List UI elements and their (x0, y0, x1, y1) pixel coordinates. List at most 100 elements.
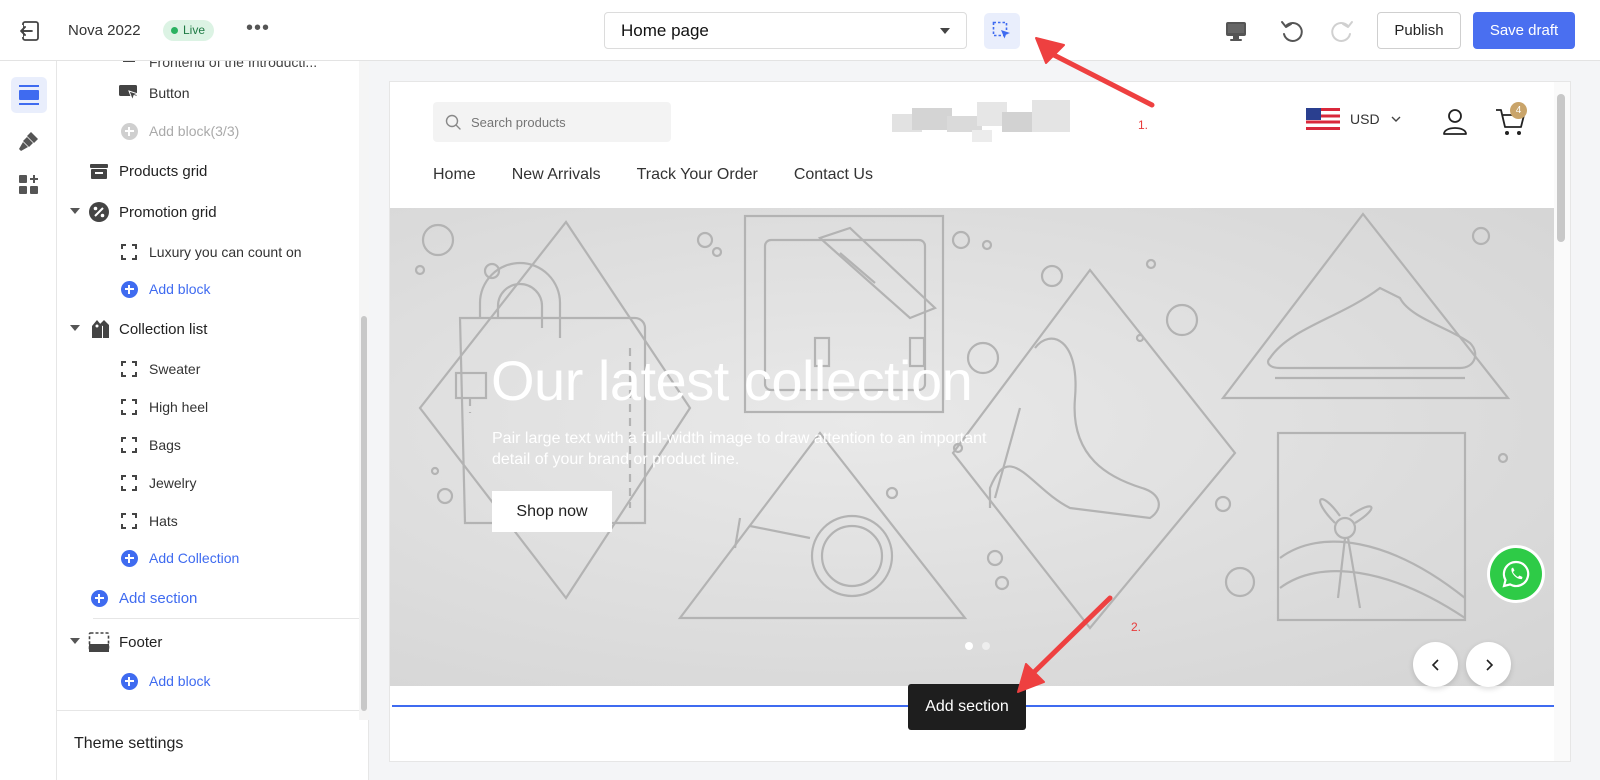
store-name: Nova 2022 (68, 22, 141, 39)
add-circle-icon (120, 122, 138, 140)
currency-selector[interactable]: USD (1306, 108, 1402, 130)
sidebar-divider (93, 618, 368, 619)
blurred-store-logo (892, 100, 1070, 146)
publish-button[interactable]: Publish (1377, 12, 1461, 49)
collapse-toggle-collection[interactable] (69, 322, 81, 334)
sidebar-section-footer[interactable]: Footer (88, 627, 162, 657)
block-frame-icon (121, 437, 137, 453)
storefront-nav: Home New Arrivals Track Your Order Conta… (433, 166, 873, 184)
nav-link-track-order[interactable]: Track Your Order (637, 166, 758, 184)
button-block-icon (118, 82, 140, 104)
search-input[interactable] (471, 114, 651, 130)
add-block-promotion[interactable]: Add block (118, 274, 210, 304)
add-circle-icon (120, 280, 138, 298)
sidebar-item-label: Jewelry (149, 475, 197, 491)
sidebar-section-products-grid[interactable]: Products grid (88, 156, 207, 186)
collapse-toggle-footer[interactable] (69, 635, 81, 647)
block-frame-icon (121, 513, 137, 529)
block-frame-icon (121, 399, 137, 415)
collection-tags-icon (88, 318, 110, 340)
sidebar-item-jewelry[interactable]: Jewelry (118, 468, 196, 498)
sidebar-item-label: Add block (149, 673, 211, 689)
whatsapp-chat-button[interactable] (1490, 548, 1542, 600)
sidebar-item-label: Add Collection (149, 550, 240, 566)
save-draft-button[interactable]: Save draft (1473, 12, 1575, 49)
sidebar-section-collection-list[interactable]: Collection list (88, 314, 207, 344)
sidebar-item-truncated[interactable]: Frontend of the Introducti... (118, 61, 317, 77)
ellipsis-icon: ••• (245, 17, 270, 39)
sidebar-item-button[interactable]: Button (118, 78, 189, 108)
add-block-disabled[interactable]: Add block(3/3) (118, 116, 239, 146)
sidebar-item-label: Collection list (119, 320, 208, 338)
block-frame-icon (121, 361, 137, 377)
sidebar-item-label: High heel (149, 399, 209, 415)
annotation-label-2: 2. (1131, 620, 1142, 634)
sidebar-item-label: Luxury you can count on (149, 244, 302, 260)
rail-theme-style-button[interactable] (11, 123, 47, 159)
chevron-down-icon (940, 27, 950, 34)
add-circle-icon (90, 589, 108, 607)
sidebar-scrollbar[interactable] (359, 61, 369, 720)
slide-indicators (965, 642, 990, 650)
sidebar-item-bags[interactable]: Bags (118, 430, 181, 460)
add-section-tooltip-button[interactable]: Add section (908, 684, 1026, 730)
hero-title: Our latest collection (491, 349, 973, 412)
live-dot-icon (171, 27, 178, 34)
slide-dot[interactable] (965, 642, 973, 650)
footer-icon (88, 631, 110, 653)
add-section-button[interactable]: Add section (88, 583, 197, 613)
collapse-toggle-promotion[interactable] (69, 205, 81, 217)
redo-button[interactable] (1328, 17, 1356, 45)
add-block-footer[interactable]: Add block (118, 666, 210, 696)
whatsapp-icon (1502, 560, 1530, 588)
scrollbar-thumb[interactable] (361, 316, 367, 711)
sidebar-item-label: Add block (149, 281, 211, 297)
undo-icon (1281, 21, 1303, 42)
sections-icon (19, 85, 39, 105)
sections-sidebar: Frontend of the Introducti... Button Add… (57, 61, 369, 780)
preview-scrollbar[interactable] (1554, 82, 1570, 761)
slide-dot[interactable] (982, 642, 990, 650)
sidebar-item-high-heel[interactable]: High heel (118, 392, 208, 422)
sidebar-item-label: Button (149, 85, 190, 101)
theme-settings-link[interactable]: Theme settings (57, 710, 368, 780)
nav-link-new-arrivals[interactable]: New Arrivals (512, 166, 601, 184)
storefront-search[interactable] (433, 102, 671, 142)
page-selector-dropdown[interactable]: Home page (604, 12, 967, 49)
sidebar-item-label: Bags (149, 437, 181, 453)
nav-link-contact[interactable]: Contact Us (794, 166, 873, 184)
sidebar-item-hats[interactable]: Hats (118, 506, 178, 536)
add-circle-icon (120, 549, 138, 567)
account-button[interactable] (1440, 106, 1470, 136)
top-bar: Nova 2022 Live ••• Home page Publish Sav… (0, 0, 1600, 61)
rail-apps-button[interactable] (11, 167, 47, 203)
nav-link-home[interactable]: Home (433, 166, 476, 184)
sidebar-item-label: Hats (149, 513, 178, 529)
inspect-select-button[interactable] (984, 13, 1020, 49)
sidebar-item-label: Products grid (119, 162, 208, 180)
rail-sections-button[interactable] (11, 77, 47, 113)
shop-now-button[interactable]: Shop now (492, 491, 612, 532)
exit-icon (18, 21, 39, 41)
more-options-button[interactable]: ••• (244, 18, 272, 42)
previous-slide-button[interactable] (1413, 642, 1458, 687)
apps-icon (19, 175, 38, 194)
add-circle-icon (120, 672, 138, 690)
exit-editor-button[interactable] (18, 19, 44, 43)
desktop-preview-button[interactable] (1222, 17, 1250, 45)
sidebar-item-luxury[interactable]: Luxury you can count on (118, 237, 302, 267)
sidebar-item-label: Frontend of the Introducti... (149, 61, 318, 70)
hero-slideshow[interactable]: Our latest collection Pair large text wi… (390, 208, 1554, 686)
undo-button[interactable] (1278, 17, 1306, 45)
sidebar-section-promotion-grid[interactable]: Promotion grid (88, 197, 217, 227)
page-selector-value: Home page (621, 20, 709, 40)
paint-brush-icon (19, 132, 38, 151)
monitor-icon (1226, 22, 1246, 41)
redo-icon (1331, 21, 1353, 42)
sidebar-item-label: Add section (119, 589, 198, 607)
scrollbar-thumb[interactable] (1557, 94, 1565, 242)
next-slide-button[interactable] (1466, 642, 1511, 687)
add-collection-button[interactable]: Add Collection (118, 543, 239, 573)
select-cursor-icon (992, 21, 1010, 39)
sidebar-item-sweater[interactable]: Sweater (118, 354, 200, 384)
